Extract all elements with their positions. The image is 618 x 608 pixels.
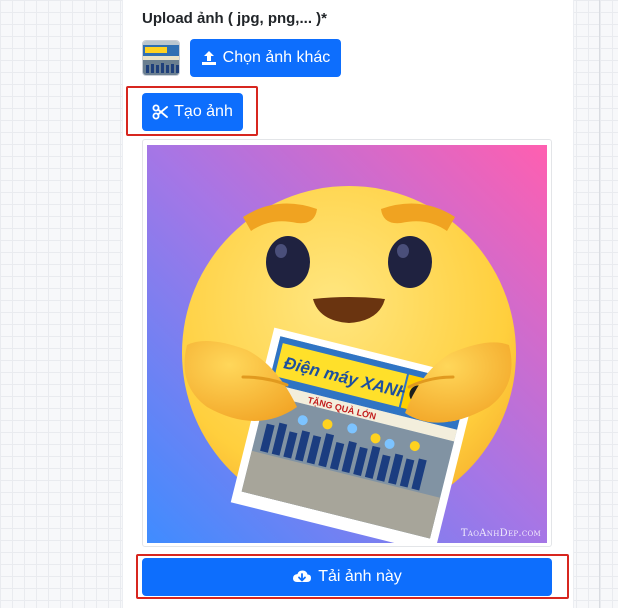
page-scroll-edge xyxy=(599,0,600,608)
generated-image-preview: Điện máy XANH thegioididong TẶNG QUÀ LỚN xyxy=(147,145,547,543)
choose-another-image-label: Chọn ảnh khác xyxy=(222,49,331,66)
upload-icon xyxy=(201,50,217,66)
create-image-label: Tạo ảnh xyxy=(174,103,233,120)
create-image-button[interactable]: Tạo ảnh xyxy=(142,93,243,131)
choose-another-image-button[interactable]: Chọn ảnh khác xyxy=(190,39,341,77)
watermark-text: TaoAnhDep.com xyxy=(460,528,541,539)
uploaded-image-thumbnail xyxy=(142,40,180,76)
download-image-label: Tải ảnh này xyxy=(318,568,402,585)
download-image-button[interactable]: Tải ảnh này xyxy=(142,558,552,596)
scissors-icon xyxy=(152,104,169,120)
cloud-download-icon xyxy=(292,569,312,585)
upload-label: Upload ảnh ( jpg, png,... )* xyxy=(142,10,327,27)
